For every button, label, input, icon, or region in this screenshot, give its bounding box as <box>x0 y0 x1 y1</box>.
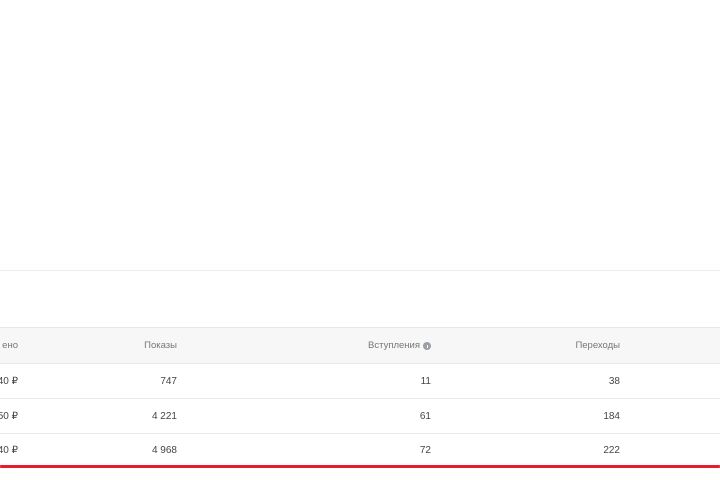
table-header-row: ено Показы Вступления Переходы <box>0 327 720 363</box>
header-joins-label: Вступления <box>368 340 420 351</box>
table-row: 50 ₽ 4 221 61 184 <box>0 398 720 433</box>
table-row: 40 ₽ 747 11 38 <box>0 363 720 398</box>
header-spent-label: ено <box>2 340 18 351</box>
header-clicks-label: Переходы <box>575 340 620 351</box>
header-shows-label: Показы <box>144 340 177 351</box>
cell-joins: 61 <box>419 410 431 422</box>
info-icon[interactable] <box>423 341 431 350</box>
cell-clicks: 222 <box>603 445 620 456</box>
header-shows[interactable]: Показы <box>100 328 177 363</box>
cell-shows: 4 968 <box>151 445 177 456</box>
cell-shows: 747 <box>160 375 177 387</box>
cell-joins: 11 <box>420 375 431 387</box>
section-divider <box>0 270 720 271</box>
cell-spent: 40 ₽ <box>0 445 18 456</box>
cell-clicks: 184 <box>603 410 620 422</box>
cell-spent: 50 ₽ <box>0 410 18 422</box>
cell-shows: 4 221 <box>151 410 177 422</box>
cell-joins: 72 <box>419 445 431 456</box>
stats-table: ено Показы Вступления Переходы 40 ₽ 747 … <box>0 327 720 468</box>
table-row-total: 40 ₽ 4 968 72 222 <box>0 433 720 468</box>
empty-chart-area <box>0 0 720 270</box>
header-spent[interactable]: ено <box>0 328 18 363</box>
cell-clicks: 38 <box>608 375 620 387</box>
header-joins[interactable]: Вступления <box>300 328 431 363</box>
highlight-underline <box>0 465 720 468</box>
cell-spent: 40 ₽ <box>0 375 18 387</box>
statistics-page: ено Показы Вступления Переходы 40 ₽ 747 … <box>0 0 720 480</box>
header-clicks[interactable]: Переходы <box>480 328 620 363</box>
